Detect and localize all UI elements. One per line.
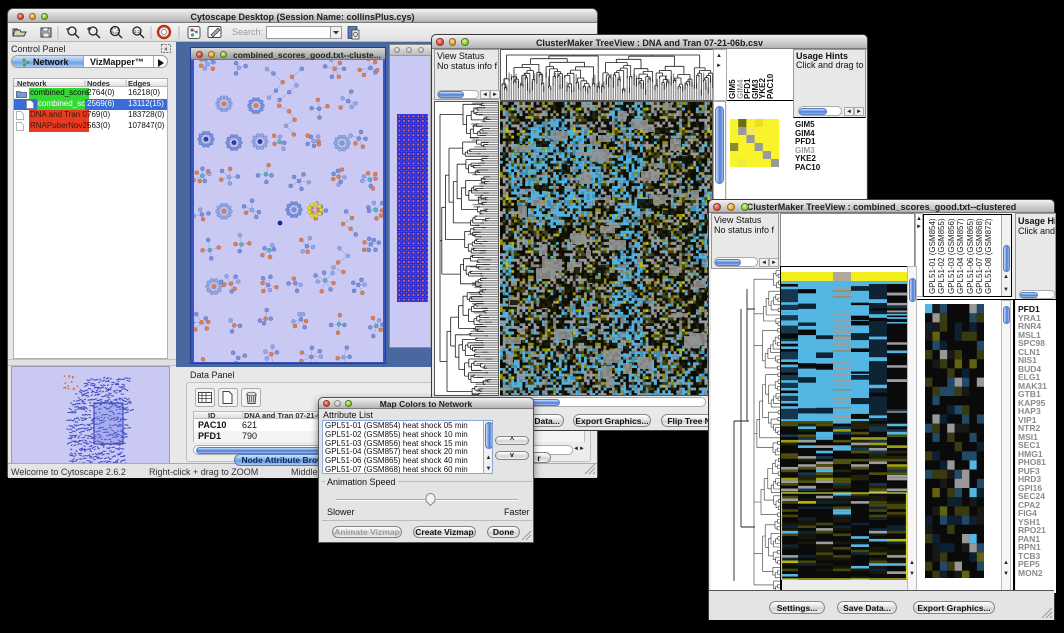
svg-text:1:1: 1:1 xyxy=(134,29,141,34)
svg-text:Search:: Search: xyxy=(232,27,263,37)
